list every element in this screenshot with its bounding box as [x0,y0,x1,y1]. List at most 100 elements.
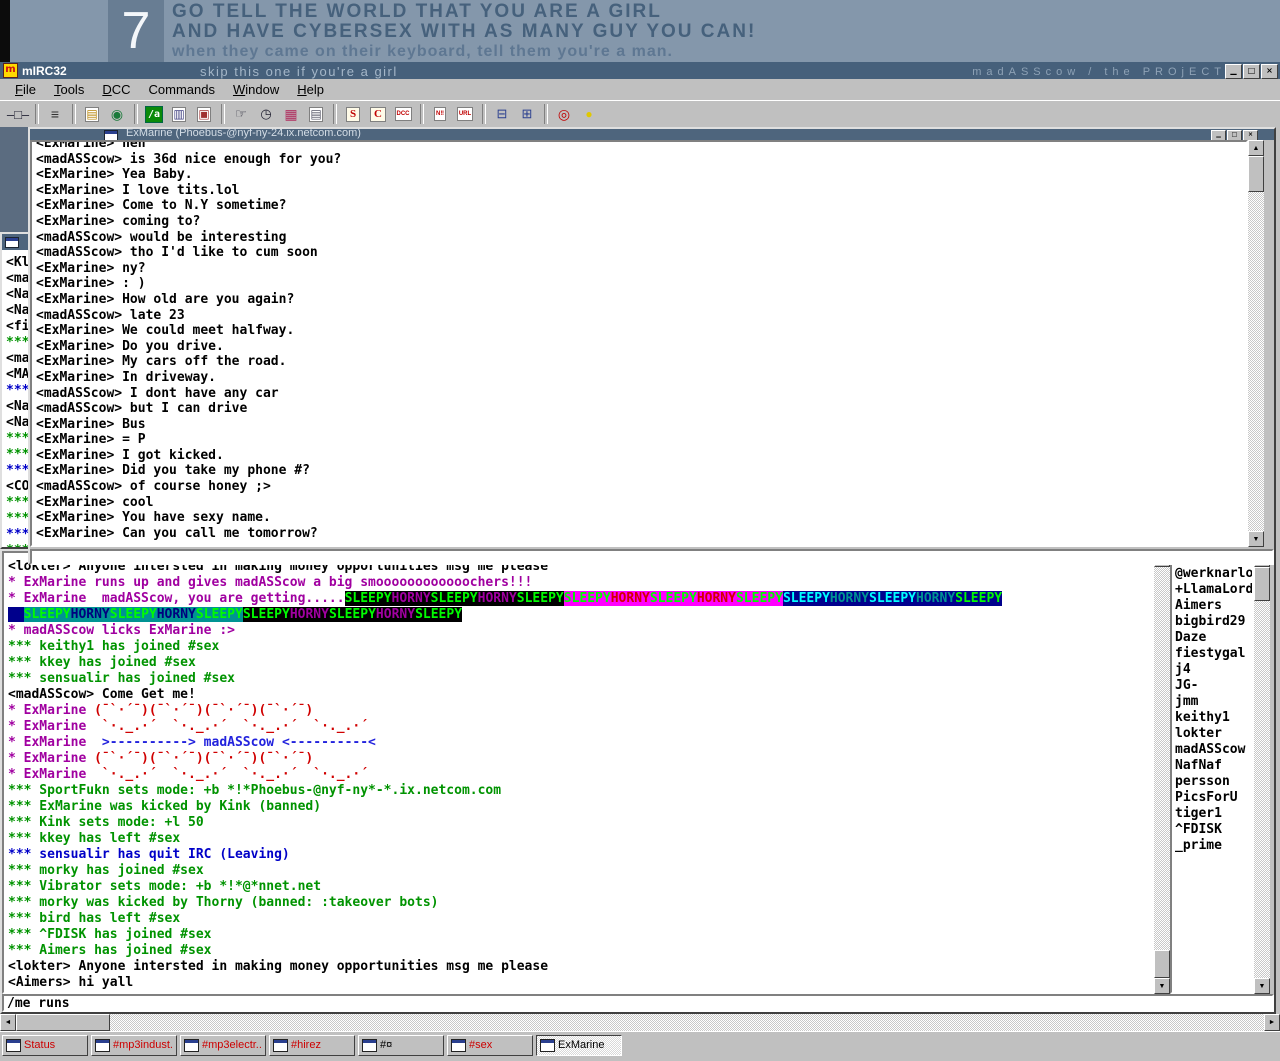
query-scrollbar-thumb[interactable] [1248,156,1264,192]
chat-line: <ExMarine> Bus [36,417,1246,433]
nicklist-scrollbar[interactable]: ▲ ▼ [1254,551,1270,994]
nicklist-item[interactable]: tiger1 [1175,806,1252,822]
nicklist-item[interactable]: PicsForU [1175,790,1252,806]
chat-line: *** ^FDISK has joined #sex [8,927,1152,943]
finger-icon[interactable]: ☞ [229,104,253,125]
channel-text-area[interactable]: <lokter> Anyone intersted in making mone… [2,551,1154,994]
nicklist-item[interactable]: jmm [1175,694,1252,710]
cascade-windows-icon[interactable]: ⊞ [515,104,539,125]
nicklist-item[interactable]: j4 [1175,662,1252,678]
channel-scrollbar-thumb[interactable] [1154,950,1170,978]
remote-icon[interactable]: ▣ [192,104,216,125]
url-list-icon[interactable]: URL [453,104,477,125]
popups-icon[interactable]: ▥ [167,104,191,125]
help-icon[interactable]: ◎ [552,104,576,125]
chat-line: *** SportFukn sets mode: +b *!*Phoebus-@… [8,783,1152,799]
connect-icon[interactable]: –□– [6,104,30,125]
chat-line: * ExMarine runs up and gives madASScow a… [8,575,1152,591]
banner-line2: AND HAVE CYBERSEX WITH AS MANY GUY YOU C… [172,22,756,42]
nicklist-item[interactable]: JG- [1175,678,1252,694]
child-close-button[interactable]: × [1243,130,1258,140]
scroll-up-icon[interactable]: ▲ [1248,140,1264,156]
horizontal-scrollbar-thumb[interactable] [16,1014,110,1031]
menu-tools[interactable]: Tools [45,80,93,99]
nicklist-item[interactable]: lokter [1175,726,1252,742]
query-scrollbar[interactable]: ▲ ▼ [1248,140,1264,547]
chat-line: <madASScow> late 23 [36,308,1246,324]
query-titlebar[interactable]: ExMarine (Phoebus-@nyf-ny-24.ix.netcom.c… [30,129,1274,140]
nicklist-item[interactable]: _prime [1175,838,1252,854]
chat-line: <madASScow> is 36d nice enough for you? [36,152,1246,168]
toolbar-separator [134,104,138,124]
scroll-down-icon[interactable]: ▼ [1154,978,1170,994]
query-window-controls: ▁ □ × [1210,130,1258,140]
menu-commands[interactable]: Commands [140,80,224,99]
options-icon[interactable]: ≡ [43,104,67,125]
close-button[interactable]: × [1261,64,1278,79]
child-minimize-button[interactable]: ▁ [1211,130,1226,140]
window-icon [540,1039,555,1052]
nicklist-item[interactable]: ^FDISK [1175,822,1252,838]
chat-line: *** Aimers has joined #sex [8,943,1152,959]
servers-icon[interactable]: ◉ [105,104,129,125]
scripts-icon[interactable]: S [341,104,365,125]
switchbar-mp3indust-button[interactable]: #mp3indust... [91,1035,177,1056]
nicklist-item[interactable]: Aimers [1175,598,1252,614]
window-icon [184,1039,199,1052]
switchbar-channel4-button[interactable]: #¤ [358,1035,444,1056]
scroll-right-icon[interactable]: ► [1264,1014,1280,1031]
nicklist-item[interactable]: +LlamaLord [1175,582,1252,598]
switchbar-mp3electr-button[interactable]: #mp3electr... [180,1035,266,1056]
menu-file[interactable]: File [6,80,45,99]
nicklist-item[interactable]: bigbird29 [1175,614,1252,630]
minimize-button[interactable]: ▁ [1225,64,1242,79]
query-input[interactable] [30,549,1274,565]
scroll-down-icon[interactable]: ▼ [1254,978,1270,994]
aliases-icon[interactable]: /a [142,104,166,125]
query-text-area[interactable]: <ExMarine> heh<madASScow> is 36d nice en… [30,140,1248,547]
tile-windows-icon[interactable]: ⊟ [490,104,514,125]
notepad-icon[interactable]: ▤ [304,104,328,125]
menu-help[interactable]: Help [288,80,333,99]
banner-line3: when they came on their keyboard, tell t… [172,42,756,61]
commands-icon[interactable]: C [366,104,390,125]
mdi-right-border [1276,127,1280,1014]
dcc-icon[interactable]: DCC [391,104,415,125]
timer-icon[interactable]: ◷ [254,104,278,125]
nicklist-item[interactable]: keithy1 [1175,710,1252,726]
horizontal-scrollbar[interactable]: ◄ ► [0,1014,1280,1031]
child-restore-button[interactable]: □ [1227,130,1242,140]
switchbar-exmarine-button[interactable]: ExMarine [536,1035,622,1056]
toolbar-separator [482,104,486,124]
address-book-icon[interactable]: ▤ [80,104,104,125]
toolbar-separator [72,104,76,124]
chat-line: * ExMarine `·._.·´ `·._.·´ `·._.·´ `·._.… [8,719,1152,735]
scroll-left-icon[interactable]: ◄ [0,1014,16,1031]
nicklist-item[interactable]: @werknarlo [1175,566,1252,582]
message-input[interactable]: /me runs [2,994,1274,1012]
scroll-down-icon[interactable]: ▼ [1248,531,1264,547]
nicklist-item[interactable]: madASScow [1175,742,1252,758]
restore-button[interactable]: □ [1243,64,1260,79]
switchbar-sex-button[interactable]: #sex [447,1035,533,1056]
notify-icon[interactable]: N‼ [428,104,452,125]
nicklist-scrollbar-thumb[interactable] [1254,567,1270,601]
nicklist-item[interactable]: persson [1175,774,1252,790]
switchbar-status-button[interactable]: Status [2,1035,88,1056]
mdi-area: <Kl<ma<Na<Na<fi***<ma<MA***<Na<Na*******… [0,127,1280,1014]
chat-line: <ExMarine> My cars off the road. [36,354,1246,370]
menu-window[interactable]: Window [224,80,288,99]
channel-scrollbar[interactable]: ▲ ▼ [1154,551,1170,994]
nicklist-item[interactable]: Daze [1175,630,1252,646]
menu-dcc[interactable]: DCC [93,80,139,99]
away-icon[interactable]: ● [577,104,601,125]
nicklist-item[interactable]: fiestygal [1175,646,1252,662]
titlebar-center-text: skip this one if you're a girl [200,64,398,79]
nicklist-item[interactable]: NafNaf [1175,758,1252,774]
colors-icon[interactable]: ▦ [279,104,303,125]
chat-line: <ExMarine> : ) [36,276,1246,292]
chat-line: <ExMarine> Come to N.Y sometime? [36,198,1246,214]
switchbar-hirez-button[interactable]: #hirez [269,1035,355,1056]
chat-line: <madASScow> but I can drive [36,401,1246,417]
chat-line: *** kkey has joined #sex [8,655,1152,671]
